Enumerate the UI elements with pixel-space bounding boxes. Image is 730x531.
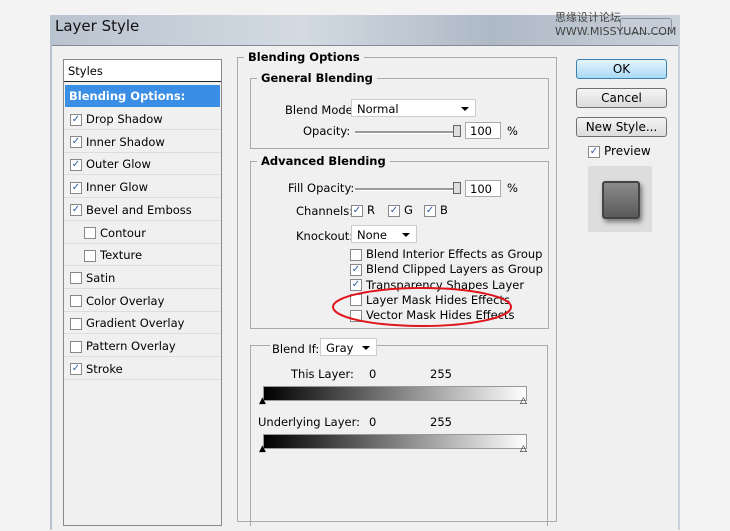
checkbox[interactable]: ✓ — [70, 136, 82, 149]
preview-checkbox[interactable]: ✓ Preview — [588, 144, 651, 158]
styles-item-label: Inner Shadow — [86, 134, 165, 149]
preview-label: Preview — [604, 144, 651, 158]
channel-b[interactable]: ✓ B — [424, 203, 448, 217]
checkbox[interactable] — [70, 340, 82, 353]
underlying-layer-label: Underlying Layer: — [258, 415, 360, 429]
fill-opacity-slider[interactable] — [355, 188, 459, 191]
opacity-input[interactable]: 100 — [465, 122, 501, 139]
this-layer-white-slider[interactable]: △ — [520, 396, 527, 406]
red-annotation-ellipse — [332, 287, 512, 327]
styles-item[interactable]: ✓ Outer Glow — [64, 153, 221, 176]
opacity-label: Opacity: — [303, 124, 351, 138]
checkbox[interactable] — [70, 317, 82, 330]
blend-mode-label: Blend Mode: — [285, 103, 357, 117]
channel-label: G — [404, 203, 413, 217]
checkbox[interactable]: ✓ — [424, 204, 436, 217]
fill-opacity-input[interactable]: 100 — [465, 180, 501, 197]
checkbox[interactable]: ✓ — [351, 204, 363, 217]
styles-item[interactable]: ✓ Inner Shadow — [64, 131, 221, 153]
blend-if-label: Blend If: — [270, 342, 322, 356]
channel-r[interactable]: ✓ R — [351, 203, 375, 217]
channel-label: R — [367, 203, 375, 217]
underlying-max: 255 — [430, 415, 452, 429]
underlying-min: 0 — [369, 415, 377, 429]
checkbox[interactable] — [84, 249, 96, 262]
styles-item[interactable]: ✓ Drop Shadow — [64, 108, 221, 130]
styles-list: Styles Blending Options: Default ✓ Drop S… — [63, 59, 222, 526]
watermark: 思缘设计论坛 WWW.MISSYUAN.COM — [555, 11, 677, 38]
styles-item-label: Bevel and Emboss — [86, 202, 192, 217]
underlying-white-slider[interactable]: △ — [520, 444, 527, 454]
percent-sign: % — [507, 124, 518, 138]
styles-item-label: Color Overlay — [86, 293, 165, 308]
channels-label: Channels: — [296, 204, 354, 218]
percent-sign: % — [507, 181, 518, 195]
styles-item-label: Inner Glow — [86, 180, 148, 195]
dialog-title: Layer Style — [55, 17, 140, 35]
checkbox[interactable]: ✓ — [70, 204, 82, 217]
checkbox[interactable]: ✓ — [588, 145, 600, 158]
this-layer-gradient — [263, 386, 527, 401]
channel-label: B — [440, 203, 448, 217]
styles-item-label: Drop Shadow — [86, 112, 163, 126]
advanced-blending-title: Advanced Blending — [261, 154, 386, 168]
styles-item-label: Satin — [86, 270, 116, 285]
knockout-select[interactable]: None — [351, 225, 417, 243]
styles-item-label: Stroke — [86, 361, 123, 376]
this-layer-label: This Layer: — [291, 367, 354, 381]
styles-item[interactable]: Satin — [64, 267, 221, 289]
styles-item-blending-options[interactable]: Blending Options: Default — [65, 85, 220, 125]
opacity-slider[interactable] — [355, 131, 459, 134]
channel-g[interactable]: ✓ G — [388, 203, 413, 217]
style-preview-thumbnail — [588, 166, 652, 232]
styles-item[interactable]: Pattern Overlay — [64, 335, 221, 357]
general-blending-title: General Blending — [261, 71, 373, 85]
styles-item-label: Pattern Overlay — [86, 339, 176, 353]
checkbox[interactable]: ✓ — [388, 204, 400, 217]
this-layer-min: 0 — [369, 367, 377, 381]
checkbox[interactable] — [70, 295, 82, 308]
checkbox[interactable] — [84, 227, 96, 239]
checkbox[interactable]: ✓ — [70, 363, 82, 376]
blend-mode-select[interactable]: Normal — [351, 99, 476, 117]
styles-item-label: Gradient Overlay — [86, 316, 185, 331]
checkbox[interactable]: ✓ — [70, 181, 82, 194]
checkbox[interactable]: ✓ — [70, 113, 82, 126]
advanced-option-label: Blend Interior Effects as Group — [366, 247, 543, 261]
fill-opacity-slider-thumb[interactable] — [453, 182, 461, 194]
ok-button[interactable]: OK — [576, 59, 667, 79]
styles-item[interactable]: Texture — [64, 244, 221, 267]
styles-item[interactable]: ✓ Bevel and Emboss — [64, 199, 221, 221]
advanced-option[interactable]: ✓ Blend Clipped Layers as Group — [350, 262, 543, 276]
styles-item[interactable]: Gradient Overlay — [64, 312, 221, 335]
opacity-slider-thumb[interactable] — [453, 125, 461, 137]
this-layer-max: 255 — [430, 367, 452, 381]
styles-header: Styles — [64, 60, 221, 82]
styles-item[interactable]: Color Overlay — [64, 290, 221, 312]
advanced-option[interactable]: Blend Interior Effects as Group — [350, 247, 542, 261]
checkbox[interactable] — [70, 272, 82, 285]
underlying-black-slider[interactable]: ▲ — [259, 444, 266, 454]
this-layer-black-slider[interactable]: ▲ — [259, 396, 266, 406]
styles-item-label: Texture — [100, 248, 143, 263]
checkbox[interactable] — [350, 248, 362, 261]
styles-item[interactable]: ✓ Inner Glow — [64, 176, 221, 199]
styles-item-label: Outer Glow — [86, 157, 151, 172]
knockout-label: Knockout: — [296, 229, 354, 243]
fill-opacity-label: Fill Opacity: — [288, 181, 355, 195]
blending-options-title: Blending Options — [248, 50, 360, 64]
advanced-option-label: Blend Clipped Layers as Group — [366, 262, 543, 277]
checkbox[interactable]: ✓ — [350, 263, 362, 276]
styles-item-label: Contour — [100, 225, 146, 240]
cancel-button[interactable]: Cancel — [576, 88, 667, 108]
new-style-button[interactable]: New Style... — [576, 117, 667, 137]
blend-if-select[interactable]: Gray — [320, 338, 377, 356]
underlying-layer-gradient — [263, 434, 527, 449]
styles-item[interactable]: Contour — [64, 222, 221, 244]
checkbox[interactable]: ✓ — [70, 158, 82, 171]
styles-item[interactable]: ✓ Stroke — [64, 358, 221, 380]
